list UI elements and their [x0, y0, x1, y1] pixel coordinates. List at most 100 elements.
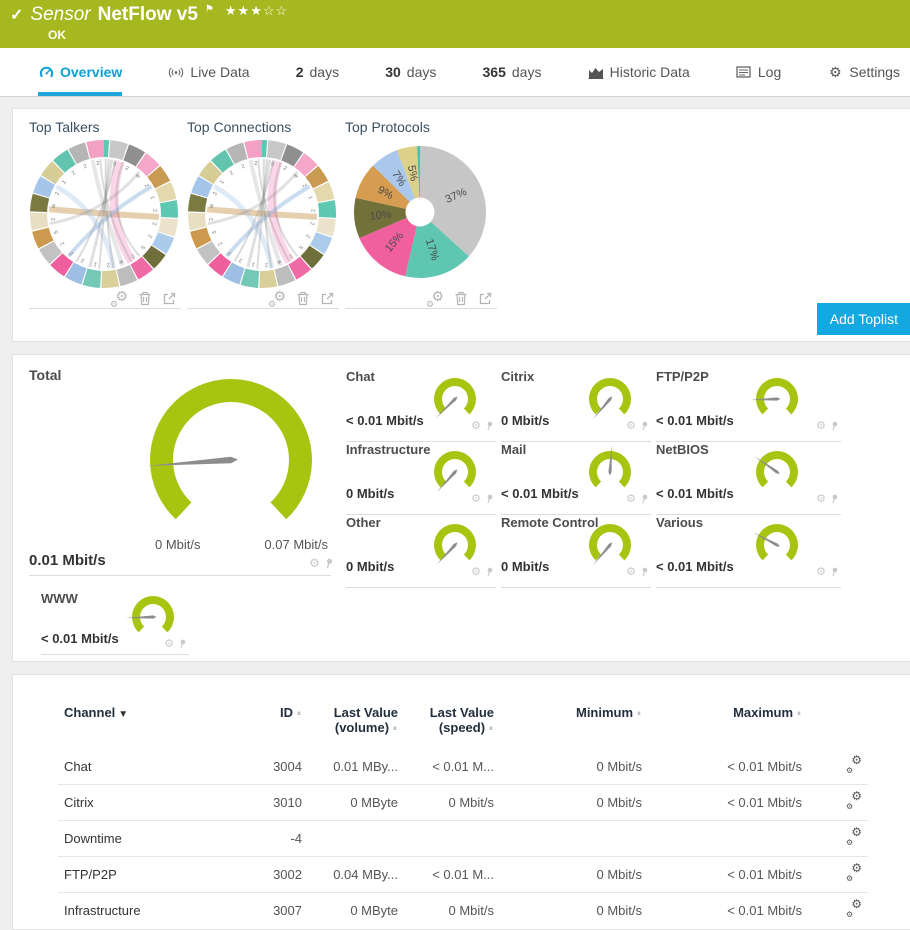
svg-text:2: 2 [229, 170, 235, 177]
pin-icon[interactable] [640, 567, 649, 577]
cell-last-volume: 0.01 MBy... [333, 759, 398, 774]
gear-icon[interactable]: ⚙ [626, 419, 636, 432]
gear-icon[interactable]: ⚙ [816, 565, 826, 578]
mini-gauge [581, 373, 639, 421]
gear-icon[interactable]: ⚙ [816, 492, 826, 505]
tab-settings[interactable]: ⚙ Settings [827, 48, 900, 96]
gear-icon[interactable]: ⚙ [626, 565, 636, 578]
tab-30-days[interactable]: 30 days [385, 48, 436, 96]
tab-2-days[interactable]: 2 days [296, 48, 339, 96]
channel-settings-icon[interactable]: ⚙ ⚙ [846, 753, 862, 775]
tab-bar: Overview Live Data 2 days 30 days 365 da… [0, 48, 910, 97]
gear-icon[interactable]: ⚙ [471, 492, 481, 505]
cell-id: 3007 [236, 892, 308, 928]
mini-gauge [426, 519, 484, 567]
channel-settings-icon[interactable]: ⚙ ⚙ [846, 825, 862, 847]
column-header-minimum[interactable]: Minimum ▲ ▼ [500, 701, 648, 749]
gauge-cell-remote-control: Remote Control 0 Mbit/s ⚙ [501, 515, 651, 588]
channel-settings-icon[interactable]: ⚙ ⚙ [846, 789, 862, 811]
gear-icon[interactable]: ⚙ [471, 419, 481, 432]
svg-text:w: w [209, 204, 216, 210]
gear-icon[interactable]: ⚙ [309, 556, 320, 570]
column-header-last-speed[interactable]: Last Value (speed) ▲ ▼ [404, 701, 500, 749]
cell-minimum: 0 Mbit/s [500, 892, 648, 928]
column-header-channel[interactable]: Channel ▼ [58, 701, 236, 749]
table-row: Citrix 3010 0 MByte 0 Mbit/s 0 Mbit/s < … [58, 784, 868, 821]
open-toplist-icon[interactable] [320, 291, 335, 306]
gauge-cell-www: WWW < 0.01 Mbit/s ⚙ [41, 591, 189, 655]
gauge-label: Other [346, 515, 381, 530]
gear-icon[interactable]: ⚙ [816, 419, 826, 432]
pin-icon[interactable] [640, 421, 649, 431]
column-header-last-volume[interactable]: Last Value (volume) ▲ ▼ [308, 701, 404, 749]
tab-live-data[interactable]: Live Data [168, 48, 250, 96]
tab-log[interactable]: Log [736, 48, 781, 96]
cell-minimum [500, 820, 648, 857]
gear-icon[interactable]: ⚙ [626, 492, 636, 505]
gear-icon[interactable]: ⚙ [164, 637, 174, 650]
settings-gear-icon: ⚙ [829, 64, 842, 80]
priority-flag-icon: ⚑ [204, 3, 214, 15]
gear-icon[interactable]: ⚙ [471, 565, 481, 578]
table-row: Downtime -4 ⚙ ⚙ [58, 820, 868, 857]
tab-label: Historic Data [609, 64, 690, 80]
pin-icon[interactable] [485, 567, 494, 577]
delete-toplist-icon[interactable] [296, 291, 310, 306]
channel-settings-icon[interactable]: ⚙ ⚙ [846, 897, 862, 919]
pin-icon[interactable] [485, 421, 494, 431]
svg-text:1: 1 [219, 179, 226, 185]
cell-minimum: 0 Mbit/s [500, 784, 648, 821]
tab-number: 365 [482, 64, 506, 80]
svg-text:1: 1 [61, 179, 68, 185]
svg-text:1: 1 [307, 195, 314, 200]
svg-text:2: 2 [254, 161, 258, 167]
gauge-cell-infrastructure: Infrastructure 0 Mbit/s ⚙ [346, 442, 496, 515]
column-header-maximum[interactable]: Maximum ▲ ▼ [648, 701, 808, 749]
svg-text:2: 2 [96, 161, 100, 167]
priority-stars[interactable]: ★★★☆☆ [225, 3, 288, 19]
tab-overview[interactable]: Overview [38, 48, 123, 96]
delete-toplist-icon[interactable] [454, 291, 468, 306]
pin-icon[interactable] [324, 558, 334, 569]
gauge-value: < 0.01 Mbit/s [501, 486, 579, 501]
channel-settings-icon[interactable]: ⚙ ⚙ [846, 861, 862, 883]
gauge-value: 0 Mbit/s [501, 413, 550, 428]
tab-label: Live Data [190, 64, 250, 80]
svg-text:2: 2 [209, 217, 215, 221]
add-toplist-button[interactable]: Add Toplist [816, 303, 910, 335]
chord-diagram: 52w2122252w2122252w21222 [187, 139, 337, 289]
toplist-settings-icon[interactable]: ⚙ ⚙ [110, 288, 128, 309]
pin-icon[interactable] [830, 567, 839, 577]
pin-icon[interactable] [485, 494, 494, 504]
tab-365-days[interactable]: 365 days [483, 48, 542, 96]
svg-text:2: 2 [265, 261, 269, 267]
toplist-settings-icon[interactable]: ⚙ ⚙ [268, 288, 286, 309]
pin-icon[interactable] [178, 639, 187, 649]
table-row: FTP/P2P 3002 0.04 MBy... < 0.01 M... 0 M… [58, 856, 868, 893]
column-header-id[interactable]: ID ▲ ▼ [236, 701, 308, 749]
tab-label: Overview [60, 64, 123, 80]
svg-text:1: 1 [251, 261, 255, 267]
tab-number: 2 [295, 64, 304, 80]
cell-last-speed: < 0.01 M... [404, 856, 500, 893]
divider [41, 654, 189, 655]
open-toplist-icon[interactable] [162, 291, 177, 306]
divider [29, 575, 331, 576]
toplist-settings-icon[interactable]: ⚙ ⚙ [426, 288, 444, 309]
cell-id: 3004 [273, 759, 302, 774]
mini-gauge [426, 373, 484, 421]
mini-gauge [748, 373, 806, 421]
delete-toplist-icon[interactable] [138, 291, 152, 306]
tab-historic-data[interactable]: Historic Data [588, 48, 690, 96]
svg-text:2: 2 [150, 222, 156, 226]
open-toplist-icon[interactable] [478, 291, 493, 306]
gauge-cell-citrix: Citrix 0 Mbit/s ⚙ [501, 369, 651, 442]
pin-icon[interactable] [830, 494, 839, 504]
gauge-value: 0 Mbit/s [501, 559, 550, 574]
gauge-label: NetBIOS [656, 442, 709, 457]
pin-icon[interactable] [830, 421, 839, 431]
pin-icon[interactable] [640, 494, 649, 504]
gauge-value: < 0.01 Mbit/s [656, 413, 734, 428]
svg-text:2: 2 [107, 261, 111, 267]
status-check-icon: ✓ [10, 7, 24, 24]
